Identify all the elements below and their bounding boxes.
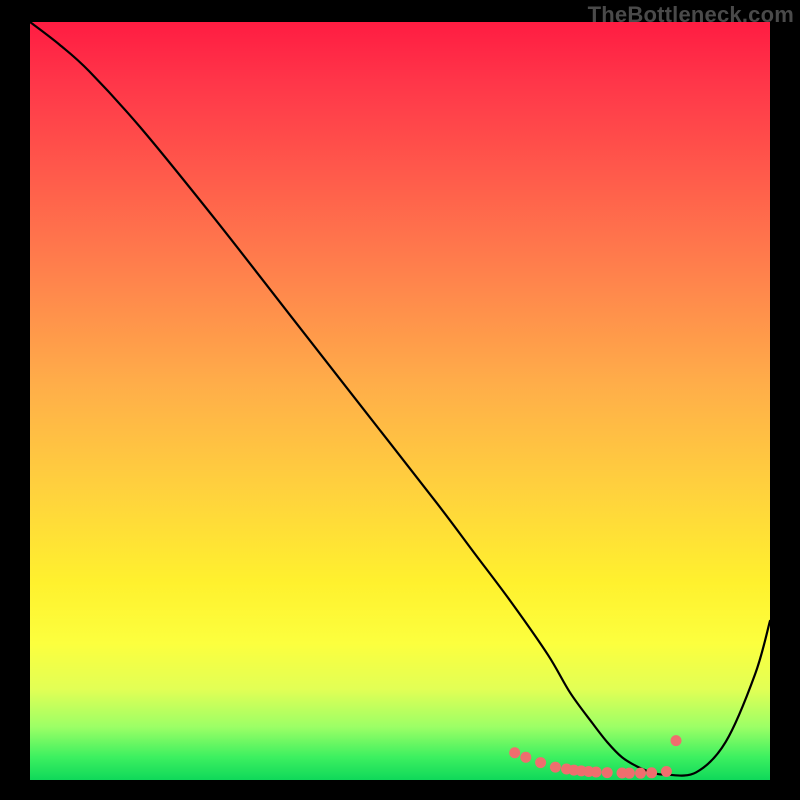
marker-dot [661,766,672,777]
chart-frame: TheBottleneck.com [0,0,800,800]
marker-dot [550,762,561,773]
curve-layer [30,22,770,780]
marker-dot [520,752,531,763]
marker-dot [671,735,682,746]
marker-dot [624,768,635,779]
marker-dot [591,767,602,778]
bottleneck-curve [30,22,770,776]
marker-dot [635,768,646,779]
marker-dot [509,747,520,758]
marker-dot [646,767,657,778]
marker-dot [535,757,546,768]
plot-area [30,22,770,780]
minimum-markers [509,735,681,779]
marker-dot [602,767,613,778]
